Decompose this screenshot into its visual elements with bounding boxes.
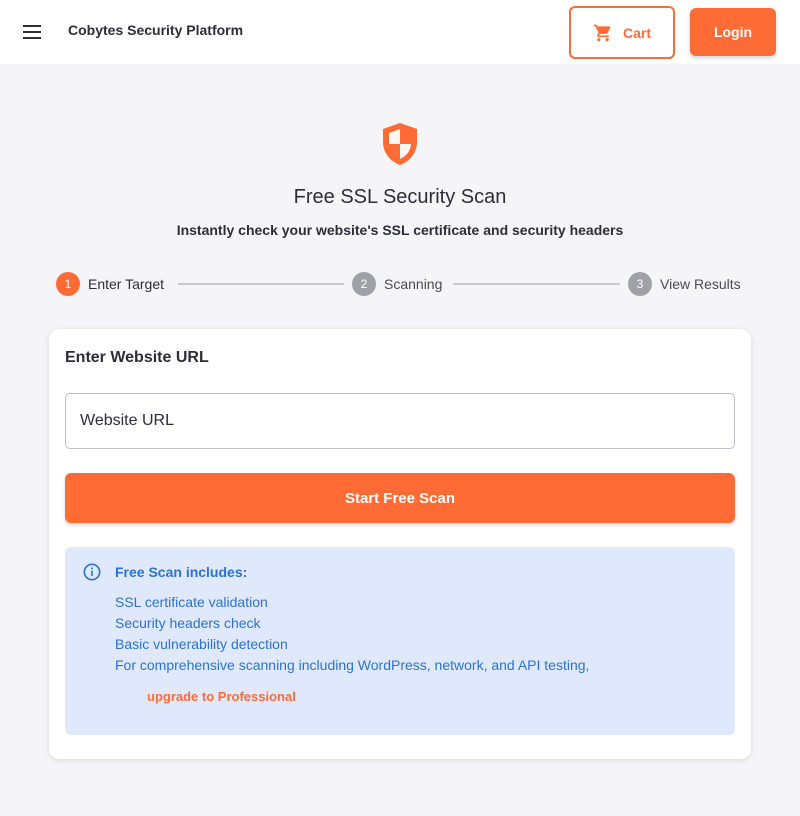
cart-button[interactable]: Cart <box>569 6 675 59</box>
list-item: Basic vulnerability detection <box>115 636 288 652</box>
menu-icon-bar <box>23 25 41 27</box>
step-enter-target: 1 Enter Target <box>56 272 164 296</box>
step-number: 1 <box>56 272 80 296</box>
step-connector <box>453 283 620 285</box>
brand-title: Cobytes Security Platform <box>68 22 244 38</box>
info-icon <box>83 563 101 581</box>
step-label: Enter Target <box>88 276 165 292</box>
shield-icon <box>383 123 417 165</box>
step-label: View Results <box>660 276 741 292</box>
scan-form-card: Enter Website URL Start Free Scan Free S… <box>49 329 751 759</box>
login-button[interactable]: Login <box>690 8 776 56</box>
start-free-scan-button[interactable]: Start Free Scan <box>65 473 735 523</box>
page-title: Free SSL Security Scan <box>293 186 507 208</box>
menu-icon-bar <box>23 37 41 39</box>
step-label: Scanning <box>384 276 443 292</box>
step-number: 3 <box>628 272 652 296</box>
list-item: For comprehensive scanning including Wor… <box>115 657 590 673</box>
list-item: SSL certificate validation <box>115 594 268 610</box>
info-title: Free Scan includes: <box>115 564 248 580</box>
info-box: Free Scan includes: SSL certificate vali… <box>65 547 735 735</box>
cart-icon <box>593 24 611 41</box>
upgrade-professional-link[interactable]: upgrade to Professional <box>147 689 296 704</box>
cart-label: Cart <box>622 24 651 41</box>
top-app-bar: Cobytes Security Platform Cart Login <box>0 0 800 64</box>
step-scanning: 2 Scanning <box>352 272 442 296</box>
info-list: SSL certificate validation Security head… <box>115 592 589 676</box>
menu-icon-bar <box>23 31 41 33</box>
step-number: 2 <box>352 272 376 296</box>
website-url-input[interactable] <box>65 393 735 449</box>
card-title: Enter Website URL <box>65 349 209 366</box>
menu-icon[interactable] <box>20 20 44 44</box>
step-view-results: 3 View Results <box>628 272 741 296</box>
list-item: Security headers check <box>115 615 261 631</box>
page-subtitle: Instantly check your website's SSL certi… <box>176 222 624 238</box>
step-connector <box>178 283 344 285</box>
